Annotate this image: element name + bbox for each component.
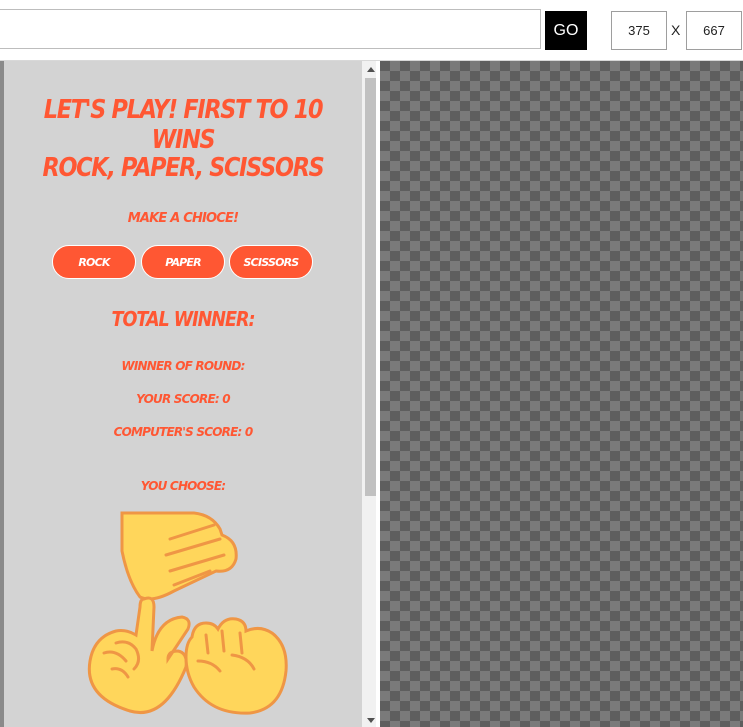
your-score: Your score: 0 [136,392,230,406]
computer-score: Computer's score: 0 [113,425,254,439]
go-button[interactable]: GO [545,11,587,50]
rock-paper-scissors-hands-icon [87,511,288,715]
page-headline: Let's Play! First to 10 wins [43,95,324,155]
rock-button[interactable]: Rock [52,245,136,279]
url-input[interactable] [0,9,541,49]
transparent-background-area [380,61,743,727]
scissors-button[interactable]: Scissors [229,245,313,279]
choice-buttons: Rock Paper Scissors [52,245,317,281]
game-title: Rock, Paper, Scissors [42,153,325,183]
round-winner-label: Winner of round: [121,359,245,373]
you-choose-label: You choose: [140,479,226,493]
viewport-width-input[interactable] [611,11,667,50]
choice-prompt: Make a chioce! [127,211,239,226]
total-winner-label: Total Winner: [111,307,256,331]
scroll-up-arrow-icon[interactable] [367,67,375,72]
viewport-height-input[interactable] [686,11,742,50]
responsive-toolbar: GO X [0,0,743,61]
preview-viewport: Let's Play! First to 10 wins Rock, Paper… [0,61,380,727]
scroll-down-arrow-icon[interactable] [367,718,375,723]
dimension-separator: X [671,22,681,38]
game-page: Let's Play! First to 10 wins Rock, Paper… [4,61,362,727]
paper-button[interactable]: Paper [141,245,225,279]
